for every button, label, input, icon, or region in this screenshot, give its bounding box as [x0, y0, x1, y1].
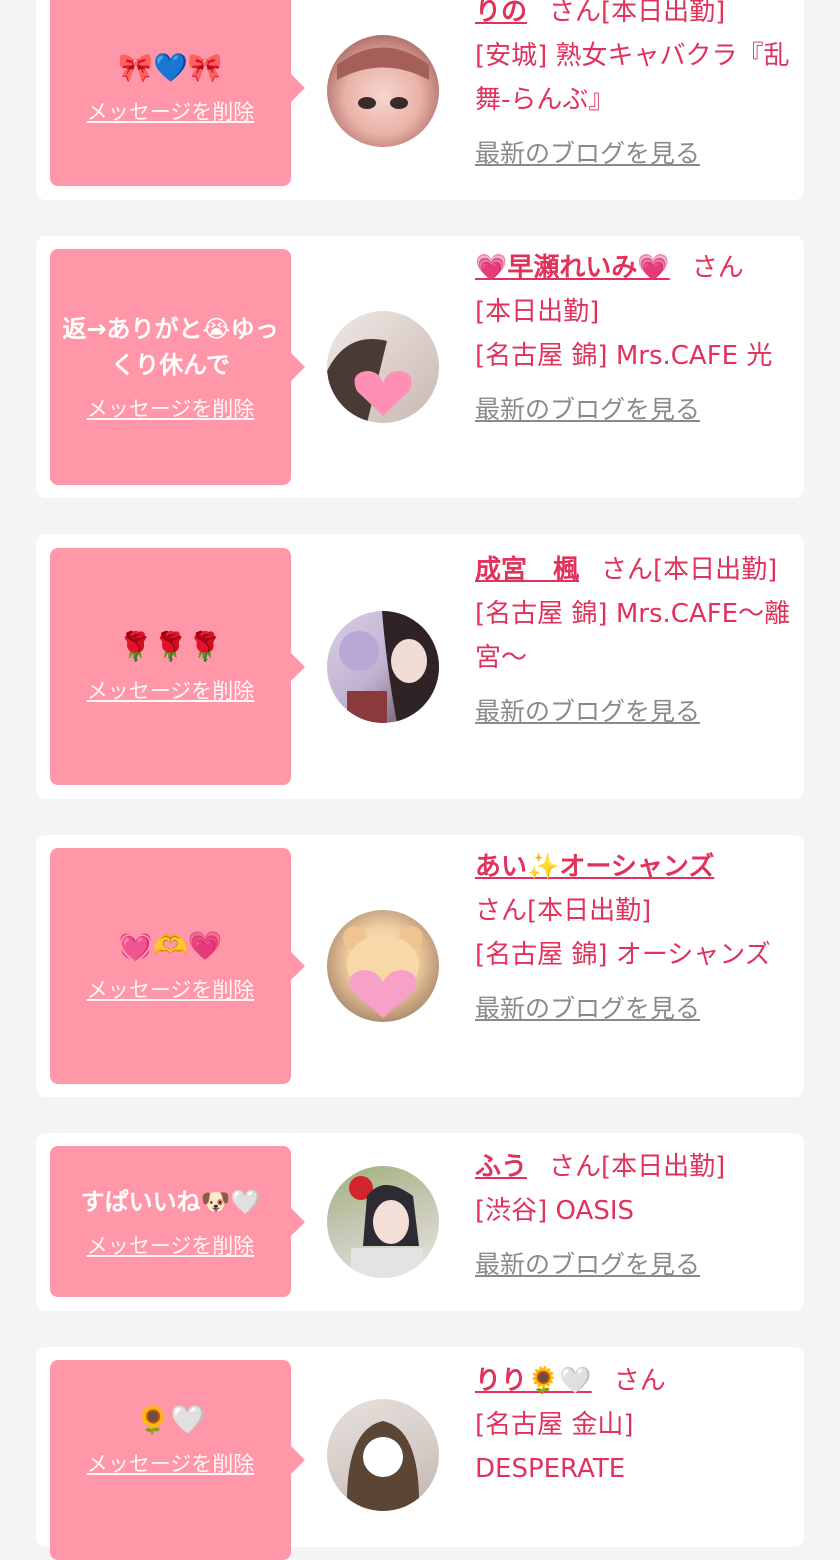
- delete-message-link[interactable]: メッセージを削除: [87, 96, 255, 126]
- girl-info: りの さん[本日出勤] [安城] 熟女キャバクラ『乱舞-らんぶ』 最新のブログを見…: [475, 0, 795, 176]
- latest-blog-link[interactable]: 最新のブログを見る: [475, 1243, 700, 1287]
- message-text: すぱいいね🐶🤍: [80, 1187, 261, 1216]
- girl-info: 💗早瀬れいみ💗 さん [本日出勤] [名古屋 錦] Mrs.CAFE 光 最新のブ…: [475, 246, 795, 432]
- girl-name-link[interactable]: ふう: [475, 1152, 527, 1182]
- shop-info: [安城] 熟女キャバクラ『乱舞-らんぶ』: [475, 41, 790, 115]
- latest-blog-link[interactable]: 最新のブログを見る: [475, 132, 700, 176]
- latest-blog-link[interactable]: 最新のブログを見る: [475, 690, 700, 734]
- shop-info: [名古屋 錦] Mrs.CAFE～離宮～: [475, 599, 791, 673]
- message-card: 💓🫶💗 メッセージを削除 あい✨オーシャンズ さん[本日出勤] [名古屋 錦] …: [36, 835, 804, 1097]
- girl-info: ふう さん[本日出勤] [渋谷] OASIS 最新のブログを見る: [475, 1145, 795, 1287]
- attendance-status: [本日出勤]: [601, 1152, 726, 1182]
- san-label: さん: [549, 0, 602, 27]
- shop-info: [名古屋 金山] DESPERATE: [475, 1410, 634, 1484]
- message-text: 返→ありがと😭ゆっくり休んで: [62, 315, 279, 379]
- avatar-image: [327, 339, 412, 423]
- avatar-image: [339, 611, 439, 723]
- message-text: 🌹🌹🌹: [118, 629, 223, 663]
- girl-name-link[interactable]: 💗早瀬れいみ💗: [475, 253, 670, 283]
- message-bubble: 🌹🌹🌹 メッセージを削除: [50, 548, 305, 785]
- san-label: さん: [601, 555, 654, 585]
- latest-blog-link[interactable]: 最新のブログを見る: [475, 987, 700, 1031]
- san-label: さん: [549, 1152, 602, 1182]
- avatar[interactable]: [327, 35, 439, 147]
- girl-name-link[interactable]: りり🌻🤍: [475, 1366, 592, 1396]
- message-card: 🎀💙🎀 メッセージを削除 りの さん[本日出勤] [安城] 熟女キャバクラ『乱舞-…: [36, 0, 804, 200]
- message-card: すぱいいね🐶🤍 メッセージを削除 ふう さん[本日出勤] [渋谷] OASIS 最…: [36, 1133, 804, 1311]
- girl-info: あい✨オーシャンズ さん[本日出勤] [名古屋 錦] オーシャンズ 最新のブログ…: [475, 845, 795, 1031]
- san-label: さん: [475, 896, 528, 926]
- delete-message-link[interactable]: メッセージを削除: [87, 675, 255, 705]
- message-bubble: 返→ありがと😭ゆっくり休んで メッセージを削除: [50, 249, 305, 485]
- delete-message-link[interactable]: メッセージを削除: [87, 1448, 255, 1478]
- attendance-status: [本日出勤]: [601, 0, 726, 27]
- avatar-image: [337, 47, 429, 109]
- delete-message-link[interactable]: メッセージを削除: [87, 974, 255, 1004]
- avatar-image: [343, 926, 423, 1018]
- delete-message-link[interactable]: メッセージを削除: [87, 393, 255, 423]
- girl-info: りり🌻🤍 さん [名古屋 金山] DESPERATE: [475, 1359, 795, 1491]
- avatar-image: [346, 1421, 420, 1511]
- girl-name-link[interactable]: あい✨オーシャンズ: [475, 852, 714, 882]
- girl-name-link[interactable]: 成宮 楓: [475, 555, 579, 585]
- message-bubble: 🌻🤍 メッセージを削除: [50, 1360, 305, 1560]
- shop-info: [渋谷] OASIS: [475, 1196, 635, 1226]
- shop-info: [名古屋 錦] Mrs.CAFE 光: [475, 341, 773, 371]
- shop-info: [名古屋 錦] オーシャンズ: [475, 940, 771, 970]
- message-bubble: 💓🫶💗 メッセージを削除: [50, 848, 305, 1084]
- san-label: さん: [691, 253, 744, 283]
- attendance-status: [本日出勤]: [475, 297, 600, 327]
- delete-message-link[interactable]: メッセージを削除: [87, 1230, 255, 1260]
- message-bubble: 🎀💙🎀 メッセージを削除: [50, 0, 305, 186]
- message-text: 💓🫶💗: [118, 929, 223, 962]
- avatar[interactable]: [327, 1399, 439, 1511]
- girl-info: 成宮 楓さん[本日出勤] [名古屋 錦] Mrs.CAFE～離宮～ 最新のブログ…: [475, 548, 795, 734]
- san-label: さん: [613, 1366, 666, 1396]
- message-card: 🌻🤍 メッセージを削除 りり🌻🤍 さん [名古屋 金山] DESPERATE: [36, 1347, 804, 1560]
- message-bubble: すぱいいね🐶🤍 メッセージを削除: [50, 1146, 305, 1297]
- avatar[interactable]: [327, 311, 439, 423]
- message-card: 返→ありがと😭ゆっくり休んで メッセージを削除 💗早瀬れいみ💗 さん [本日出勤]…: [36, 236, 804, 498]
- attendance-status: [本日出勤]: [527, 896, 652, 926]
- avatar[interactable]: [327, 910, 439, 1022]
- message-text: 🌻🤍: [135, 1403, 206, 1436]
- latest-blog-link[interactable]: 最新のブログを見る: [475, 388, 700, 432]
- attendance-status: [本日出勤]: [653, 555, 778, 585]
- avatar[interactable]: [327, 1166, 439, 1278]
- message-text: 🎀💙🎀: [118, 51, 223, 84]
- message-card: 🌹🌹🌹 メッセージを削除 成宮 楓さん[本日出勤] [名古屋 錦] Mrs.CA…: [36, 534, 804, 799]
- avatar[interactable]: [327, 611, 439, 723]
- girl-name-link[interactable]: りの: [475, 0, 527, 27]
- avatar-image: [349, 1176, 423, 1278]
